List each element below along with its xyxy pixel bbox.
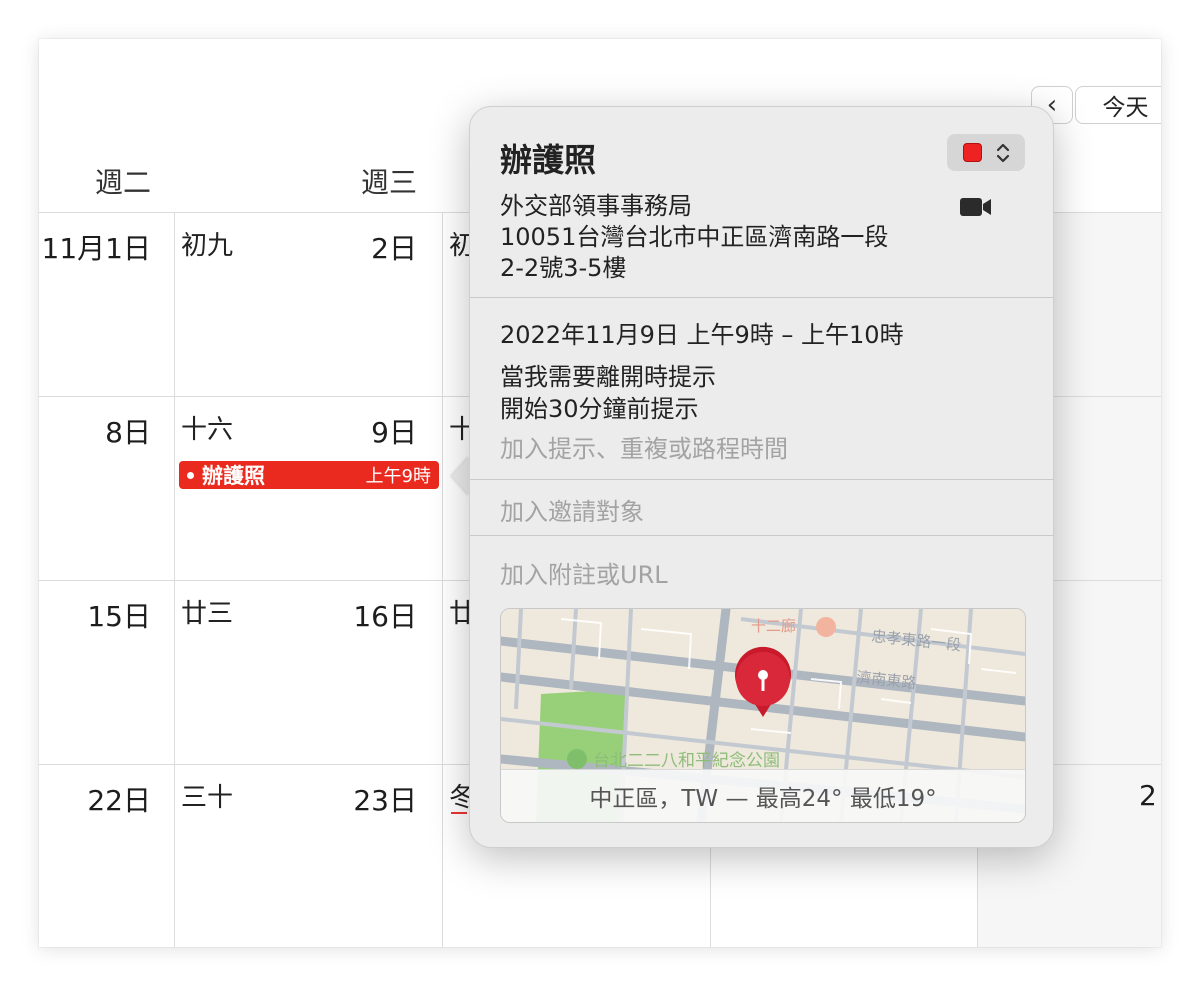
- day-number[interactable]: 2: [1139, 779, 1161, 812]
- event-title: 辦護照: [202, 464, 265, 488]
- day-number[interactable]: 15日: [39, 595, 151, 635]
- location-line: 外交部領事事務局: [500, 192, 692, 220]
- video-call-icon[interactable]: [960, 197, 992, 217]
- event-dot-icon: [187, 471, 194, 479]
- location-field[interactable]: 外交部領事事務局 10051台灣台北市中正區濟南路一段 2-2號3-5樓: [500, 191, 888, 284]
- location-map[interactable]: 十二廊 忠孝東路一段 濟南東路 台北二二八和平紀念公園 中正區，TW — 最高2…: [500, 608, 1026, 823]
- alert-leave-time[interactable]: 當我需要離開時提示: [500, 357, 716, 392]
- add-invitees-field[interactable]: 加入邀請對象: [500, 492, 644, 527]
- grid-line: [174, 212, 175, 947]
- add-alert-field[interactable]: 加入提示、重複或路程時間: [500, 429, 788, 464]
- event-time: 上午9時: [365, 466, 431, 487]
- day-number[interactable]: 23日: [319, 779, 417, 819]
- map-weather-bar: 中正區，TW — 最高24° 最低19°: [501, 769, 1025, 822]
- divider: [470, 479, 1053, 480]
- alert-before-start[interactable]: 開始30分鐘前提示: [500, 389, 699, 424]
- day-number[interactable]: 9日: [319, 411, 417, 451]
- location-line: 10051台灣台北市中正區濟南路一段: [500, 223, 889, 251]
- lunar-date: 初九: [181, 231, 234, 261]
- day-number[interactable]: 16日: [319, 595, 417, 635]
- divider: [470, 297, 1053, 298]
- today-button[interactable]: 今天: [1075, 86, 1161, 124]
- day-number[interactable]: 11月1日: [39, 227, 151, 267]
- day-number[interactable]: 8日: [39, 411, 151, 451]
- color-swatch: [962, 143, 982, 162]
- calendar-event[interactable]: 辦護照 上午9時: [179, 461, 439, 489]
- map-label: 台北二二八和平紀念公園: [593, 750, 780, 771]
- lunar-date: 三十: [181, 783, 234, 813]
- event-popover: 辦護照 外交部領事事務局 10051台灣台北市中正區濟南路一段 2-2號3-5樓…: [469, 106, 1054, 848]
- solar-term-underline: [451, 812, 467, 814]
- chevron-up-down-icon: [996, 142, 1010, 164]
- weekday-header-tue: 週二: [95, 166, 152, 199]
- grid-line: [442, 212, 443, 947]
- map-label: 十二廊: [751, 617, 796, 635]
- location-line: 2-2號3-5樓: [500, 254, 627, 282]
- event-title-field[interactable]: 辦護照: [500, 135, 596, 181]
- add-notes-field[interactable]: 加入附註或URL: [500, 555, 668, 590]
- day-number[interactable]: 2日: [319, 227, 417, 267]
- weekday-header-wed: 週三: [361, 166, 418, 199]
- popover-pointer: [452, 456, 470, 496]
- day-number[interactable]: 22日: [39, 779, 151, 819]
- event-datetime[interactable]: 2022年11月9日 上午9時 – 上午10時: [500, 315, 904, 350]
- lunar-date: 廿三: [181, 599, 234, 629]
- calendar-color-picker[interactable]: [947, 134, 1025, 171]
- lunar-date: 十六: [181, 415, 234, 445]
- divider: [470, 535, 1053, 536]
